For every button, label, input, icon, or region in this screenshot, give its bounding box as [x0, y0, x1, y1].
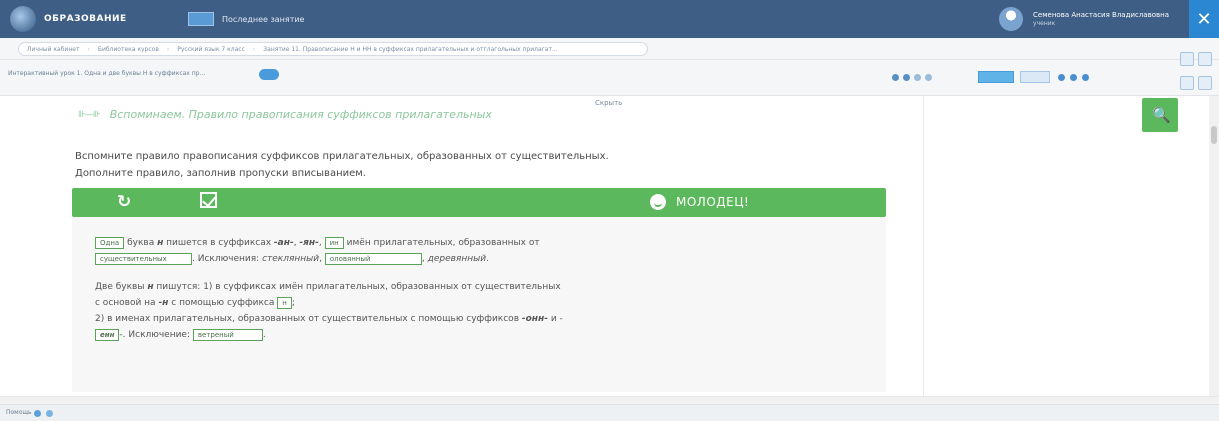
breadcrumb-separator: ›: [252, 45, 256, 53]
logo-icon: [10, 6, 36, 32]
view-mode-toggle[interactable]: [978, 71, 1014, 83]
vertical-scrollbar[interactable]: [1209, 96, 1219, 396]
text: деревянный: [427, 254, 487, 264]
instruction-line: Дополните правило, заполнив пропуски впи…: [75, 168, 366, 179]
hint-button[interactable]: 🔍: [1142, 98, 1178, 132]
fullscreen-icon[interactable]: [1180, 52, 1194, 66]
result-message: МОЛОДЕЦ!: [676, 195, 750, 209]
first-page-icon[interactable]: [892, 74, 899, 81]
answer-field[interactable]: н: [277, 296, 292, 309]
text: стеклянный: [262, 254, 320, 264]
right-panel: [923, 96, 1209, 396]
text: с основой на: [95, 298, 159, 308]
lesson-selector-button[interactable]: [259, 69, 279, 80]
rule-paragraph-2-line-3: 2) в именах прилагательных, образованных…: [95, 311, 563, 328]
pager-dot[interactable]: [1058, 74, 1065, 81]
breadcrumb-item[interactable]: Русский язык 7 класс: [177, 46, 245, 53]
text: Две буквы: [95, 282, 148, 292]
answer-field[interactable]: оловянный: [324, 252, 422, 265]
top-bar: ОБРАЗОВАНИЕ Последнее занятие Семенова А…: [0, 0, 1219, 38]
task-instruction: Вспомните правило правописания суффиксов…: [75, 148, 855, 182]
text: с помощью суффикса: [168, 298, 278, 308]
refresh-icon[interactable]: ↻: [117, 192, 131, 212]
breadcrumb-separator: ›: [166, 45, 170, 53]
smile-icon: [650, 194, 666, 210]
user-name: Семенова Анастасия Владиславовна: [1033, 11, 1169, 19]
panel-icon[interactable]: [1180, 76, 1194, 90]
pager-dot[interactable]: [1082, 74, 1089, 81]
task-body: Одна буква н пишется в суффиксах -ан-, -…: [72, 217, 886, 392]
answer-field[interactable]: ин: [324, 236, 344, 249]
section-title-text: Вспоминаем. Правило правописания суффикс…: [109, 108, 492, 121]
rule-paragraph-2: Две буквы н пишутся: 1) в суффиксах имён…: [95, 279, 561, 296]
breadcrumb: Личный кабинет › Библиотека курсов › Рус…: [18, 42, 648, 56]
last-lesson-link[interactable]: Последнее занятие: [188, 12, 304, 26]
answer-field[interactable]: ветреный: [192, 328, 263, 341]
next-page-icon[interactable]: [914, 74, 921, 81]
text: 2) в именах прилагательных, образованных…: [95, 314, 522, 324]
rule-paragraph-2-line-4: енн -. Исключение: ветреный.: [95, 327, 266, 344]
rule-paragraph-1-line-2: существительных. Исключения: стеклянный,…: [95, 251, 489, 268]
text: . Исключения:: [192, 254, 263, 264]
text: .: [486, 254, 489, 264]
hide-link[interactable]: Скрыть: [595, 99, 622, 107]
avatar: [999, 7, 1024, 31]
user-menu[interactable]: Семенова Анастасия Владиславовна ученик: [999, 0, 1169, 38]
section-title: ⊪—⊪ Вспоминаем. Правило правописания суф…: [78, 108, 492, 121]
task-control-bar: ↻ МОЛОДЕЦ!: [72, 188, 886, 217]
logo-text: ОБРАЗОВАНИЕ: [44, 14, 127, 24]
prev-page-icon[interactable]: [903, 74, 910, 81]
key-icon: 🔍: [1152, 106, 1171, 124]
status-bar: Помощь: [0, 404, 1219, 421]
answer-field[interactable]: существительных: [95, 252, 192, 265]
text: буква: [127, 238, 158, 248]
lesson-selector-label[interactable]: Интерактивный урок 1. Одна и две буквы Н…: [8, 70, 205, 77]
answer-field[interactable]: енн: [95, 328, 120, 341]
help-link[interactable]: Помощь: [6, 409, 32, 416]
pager-dot[interactable]: [1070, 74, 1077, 81]
rule-paragraph-1: Одна буква н пишется в суффиксах -ан-, -…: [95, 235, 540, 252]
suffix: -н: [158, 298, 169, 308]
layout-icon[interactable]: [1198, 52, 1212, 66]
instruction-line: Вспомните правило правописания суффиксов…: [75, 151, 609, 162]
lesson-content: Скрыть ⊪—⊪ Вспоминаем. Правило правописа…: [0, 96, 910, 396]
suffix: -онн-: [521, 314, 548, 324]
breadcrumb-item[interactable]: Личный кабинет: [27, 46, 79, 53]
book-icon[interactable]: [1198, 76, 1212, 90]
last-lesson-icon: [188, 12, 214, 26]
answer-field[interactable]: Одна: [95, 236, 125, 249]
breadcrumb-separator: ›: [87, 45, 90, 53]
suffix: -ан-: [273, 238, 294, 248]
section-icon: ⊪—⊪: [78, 109, 101, 120]
text: .: [262, 330, 266, 340]
rule-paragraph-2-line-2: с основой на -н с помощью суффикса н;: [95, 295, 295, 312]
text: пишутся: 1) в суффиксах имён прилагатель…: [153, 282, 561, 292]
scroll-thumb[interactable]: [1211, 126, 1217, 144]
last-lesson-label: Последнее занятие: [222, 14, 305, 24]
check-icon[interactable]: [200, 192, 217, 208]
last-page-icon[interactable]: [925, 74, 932, 81]
text: имён прилагательных, образованных от: [346, 238, 540, 248]
breadcrumb-item[interactable]: Занятие 11. Правописание Н и НН в суффик…: [263, 46, 557, 53]
suffix: -ян-: [299, 238, 319, 248]
close-icon[interactable]: ✕: [1189, 0, 1219, 38]
text: пишется в суффиксах: [163, 238, 274, 248]
breadcrumb-item[interactable]: Библиотека курсов: [98, 46, 159, 53]
status-icon[interactable]: [34, 410, 41, 417]
text: ;: [291, 298, 295, 308]
lesson-toolbar: Интерактивный урок 1. Одна и две буквы Н…: [0, 52, 1219, 96]
view-mode-toggle-alt[interactable]: [1020, 71, 1050, 83]
horizontal-scrollbar[interactable]: [0, 396, 1219, 404]
breadcrumb-bar: Личный кабинет › Библиотека курсов › Рус…: [0, 38, 1219, 60]
status-icon[interactable]: [46, 410, 53, 417]
logo[interactable]: ОБРАЗОВАНИЕ: [10, 0, 170, 38]
text: и -: [547, 314, 563, 324]
text: -. Исключение:: [119, 330, 193, 340]
user-role: ученик: [1033, 20, 1056, 27]
